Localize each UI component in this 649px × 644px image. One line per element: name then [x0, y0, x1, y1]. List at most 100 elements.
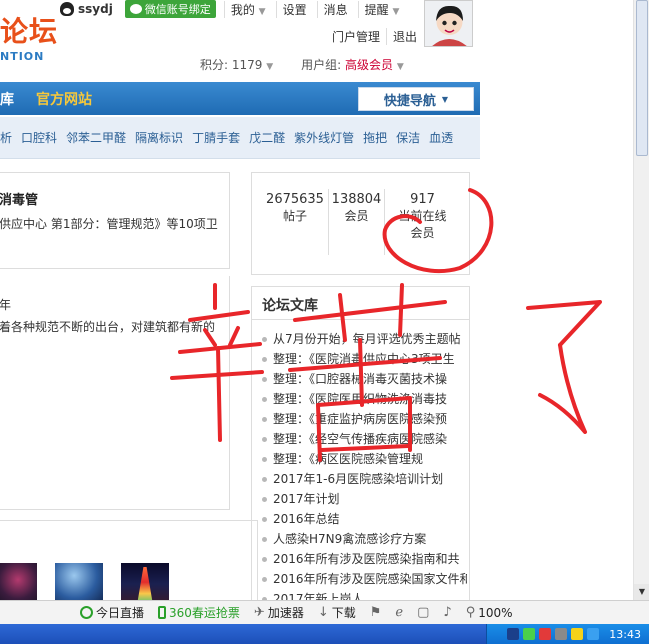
chevron-down-icon: ▼: [258, 6, 266, 17]
usergroup-label: 用户组:: [301, 58, 342, 72]
shield-icon[interactable]: [587, 628, 600, 640]
security-icon[interactable]: [539, 628, 552, 640]
library-item-label: 整理：《医院消毒供应中心3项卫生: [273, 352, 455, 366]
zoom-label: 100%: [478, 605, 513, 620]
library-item[interactable]: 2017年计划: [262, 489, 467, 509]
library-item[interactable]: 人感染H7N9禽流感诊疗方案: [262, 529, 467, 549]
accelerator-button[interactable]: ✈ 加速器: [254, 604, 304, 621]
points-dropdown[interactable]: 积分: 1179 ▼: [200, 56, 273, 73]
flag-icon[interactable]: ⚑: [370, 605, 382, 620]
wechat-bind-button[interactable]: 微信账号绑定: [124, 0, 216, 18]
library-item[interactable]: 整理：《重症监护病房医院感染预: [262, 409, 467, 429]
live-button[interactable]: 今日直播: [80, 604, 144, 621]
quick-nav-button[interactable]: 快捷导航 ▼: [358, 87, 474, 111]
nav-item-official-site[interactable]: 官方网站: [36, 89, 92, 109]
library-item[interactable]: 整理：《病区医院感染管理规: [262, 449, 467, 469]
magnifier-icon: ⚲: [465, 605, 476, 620]
gallery-thumbnail[interactable]: [55, 563, 103, 605]
portal-admin-link[interactable]: 门户管理: [326, 28, 386, 45]
menu-messages[interactable]: 消息: [316, 0, 354, 18]
gallery-thumbnail[interactable]: [121, 563, 169, 605]
device-icon[interactable]: [555, 628, 568, 640]
tag-link[interactable]: 邻苯二甲醛: [66, 129, 126, 146]
tag-nav-bar: 析 口腔科 邻苯二甲醛 隔离标识 丁腈手套 戊二醛 紫外线灯管 拖把 保洁 血透: [0, 117, 480, 159]
download-button[interactable]: ↓ 下载: [318, 604, 356, 621]
chevron-down-icon: ▼: [396, 62, 404, 72]
library-item-label: 2017年计划: [273, 492, 340, 506]
gallery-thumbnail[interactable]: [0, 563, 37, 605]
featured-card-title[interactable]: 消毒管: [0, 189, 38, 208]
menu-my-label: 我的: [230, 2, 255, 17]
ticket-label: 360春运抢票: [169, 606, 240, 620]
library-item-label: 2016年所有涉及医院感染指南和共: [273, 552, 460, 566]
live-label: 今日直播: [96, 606, 145, 620]
stat-members: 138804 会员: [328, 189, 384, 255]
library-item[interactable]: 从7月份开始，每月评选优秀主题帖: [262, 329, 467, 349]
rocket-icon: ✈: [253, 605, 265, 620]
phone-icon: [158, 606, 167, 619]
tag-link[interactable]: 血透: [429, 129, 453, 146]
logout-link[interactable]: 退出: [386, 28, 423, 45]
bullet-icon: [262, 437, 267, 442]
library-item[interactable]: 2017年1-6月医院感染培训计划: [262, 469, 467, 489]
library-item[interactable]: 整理：《口腔器械消毒灭菌技术操: [262, 369, 467, 389]
points-label: 积分: 1179: [200, 58, 263, 72]
wifi-icon[interactable]: [523, 628, 536, 640]
stat-posts: 2675635 帖子: [262, 191, 328, 225]
forum-stats: 2675635 帖子 138804 会员 917 当前在线会员: [251, 172, 470, 275]
scrollbar-thumb[interactable]: [636, 0, 648, 156]
menu-settings[interactable]: 设置: [275, 0, 313, 18]
zoom-control[interactable]: ⚲ 100%: [466, 605, 513, 620]
library-item[interactable]: 2016年总结: [262, 509, 467, 529]
vertical-scrollbar[interactable]: ▼: [633, 0, 649, 600]
image-gallery-card: [0, 520, 258, 610]
stat-members-value: 138804: [331, 192, 382, 207]
accelerator-label: 加速器: [267, 606, 304, 620]
chevron-down-icon: ▼: [392, 6, 400, 17]
admin-links: 门户管理 退出: [326, 28, 423, 45]
download-arrow-icon: ↓: [317, 605, 329, 620]
volume-icon[interactable]: ♪: [443, 605, 451, 620]
usergroup-dropdown[interactable]: 用户组: 高级会员 ▼: [301, 56, 404, 73]
plus-icon[interactable]: [571, 628, 584, 640]
scroll-down-arrow-icon[interactable]: ▼: [634, 584, 649, 600]
tag-link[interactable]: 丁腈手套: [192, 129, 240, 146]
library-item-label: 人感染H7N9禽流感诊疗方案: [273, 532, 427, 546]
stat-members-label: 会员: [344, 209, 369, 223]
username-link[interactable]: ssydj: [78, 2, 113, 16]
bullet-icon: [262, 557, 267, 562]
library-item[interactable]: 整理：《医院医用织物洗涤消毒技: [262, 389, 467, 409]
bullet-icon: [262, 397, 267, 402]
library-item[interactable]: 2016年所有涉及医院感染指南和共: [262, 549, 467, 569]
library-item[interactable]: 整理：《经空气传播疾病医院感染: [262, 429, 467, 449]
ticket-button[interactable]: 360春运抢票: [158, 604, 240, 621]
bullet-icon: [262, 337, 267, 342]
article-card-title[interactable]: 年: [0, 296, 11, 313]
tag-link[interactable]: 析: [0, 129, 12, 146]
tag-link[interactable]: 拖把: [363, 129, 387, 146]
ie-icon[interactable]: ℯ: [395, 605, 403, 620]
network-icon[interactable]: [507, 628, 520, 640]
bullet-icon: [262, 357, 267, 362]
divider: [252, 319, 469, 320]
clock[interactable]: 13:43: [609, 628, 641, 641]
windows-taskbar: 13:43: [0, 624, 649, 644]
library-item[interactable]: 整理：《医院消毒供应中心3项卫生: [262, 349, 467, 369]
menu-my[interactable]: 我的 ▼: [223, 0, 272, 18]
avatar[interactable]: [424, 0, 473, 47]
qq-penguin-icon: [60, 2, 74, 16]
forum-logo[interactable]: 论坛: [0, 10, 58, 50]
tag-link[interactable]: 隔离标识: [135, 129, 183, 146]
library-item-label: 从7月份开始，每月评选优秀主题帖: [273, 332, 461, 346]
bullet-icon: [262, 457, 267, 462]
tag-link[interactable]: 紫外线灯管: [294, 129, 354, 146]
menu-reminders[interactable]: 提醒 ▼: [357, 0, 406, 18]
tag-link[interactable]: 保洁: [396, 129, 420, 146]
stat-online: 917 当前在线会员: [384, 189, 460, 255]
library-item[interactable]: 2016年所有涉及医院感染国家文件和: [262, 569, 467, 589]
window-icon[interactable]: ▢: [417, 605, 429, 620]
bullet-icon: [262, 417, 267, 422]
nav-item-library[interactable]: 库: [0, 89, 28, 109]
tag-link[interactable]: 口腔科: [21, 129, 57, 146]
tag-link[interactable]: 戊二醛: [249, 129, 285, 146]
